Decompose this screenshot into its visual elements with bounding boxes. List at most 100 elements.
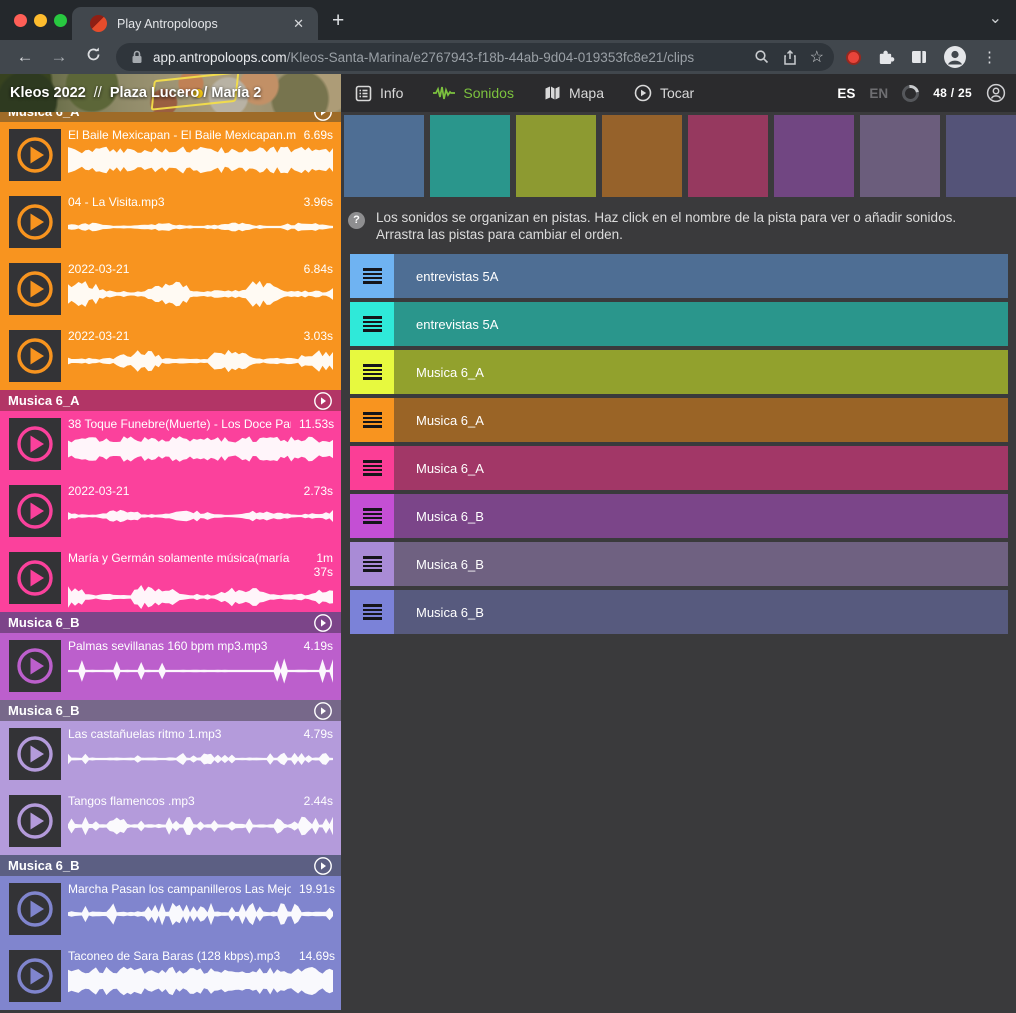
zoom-page-button[interactable] [754, 49, 770, 65]
back-button[interactable]: ← [8, 47, 42, 67]
side-panel-icon[interactable] [910, 48, 928, 66]
track-drag-handle[interactable] [350, 446, 394, 490]
track-name-bar[interactable]: Musica 6_A [394, 446, 1008, 490]
clip-play-button[interactable] [9, 883, 61, 935]
breadcrumb[interactable]: Kleos 2022 // Plaza Lucero / María 2 [10, 74, 261, 112]
track-drag-handle[interactable] [350, 494, 394, 538]
share-button[interactable] [782, 49, 798, 66]
clip-play-button[interactable] [9, 330, 61, 382]
clip-waveform[interactable] [68, 145, 333, 175]
track-row[interactable]: Musica 6_A [350, 446, 1008, 490]
clip-waveform[interactable] [68, 966, 333, 996]
browser-menu-icon[interactable]: ⋮ [982, 55, 997, 60]
section-header[interactable]: Musica 6_A [0, 390, 341, 411]
browser-tab[interactable]: Play Antropoloops ✕ [72, 7, 318, 40]
play-icon [9, 640, 61, 692]
nav-tab-info[interactable]: Info [355, 85, 403, 102]
drag-bar [363, 321, 382, 324]
track-name-bar[interactable]: entrevistas 5A [394, 302, 1008, 346]
track-row[interactable]: Musica 6_A [350, 398, 1008, 442]
clip-duration: 2.44s [304, 794, 333, 808]
profile-avatar[interactable] [943, 45, 967, 69]
nav-tab-sonidos[interactable]: Sonidos [433, 85, 514, 101]
clip-play-button[interactable] [9, 728, 61, 780]
drag-bar [363, 377, 382, 380]
tab-search-chevron-icon[interactable]: ⌄ [989, 8, 1002, 28]
track-drag-handle[interactable] [350, 302, 394, 346]
clip-name: Taconeo de Sara Baras (128 kbps).mp3 [68, 949, 291, 963]
clip-waveform[interactable] [68, 656, 333, 686]
expand-section-icon[interactable] [313, 701, 333, 721]
reload-button[interactable] [76, 46, 110, 68]
track-row[interactable]: entrevistas 5A [350, 302, 1008, 346]
bookmark-star-icon[interactable]: ☆ [810, 47, 824, 67]
track-row[interactable]: entrevistas 5A [350, 254, 1008, 298]
clip-name: 38 Toque Funebre(Muerte) - Los Doce Par.… [68, 417, 291, 431]
track-row[interactable]: Musica 6_A [350, 350, 1008, 394]
track-name-bar[interactable]: Musica 6_B [394, 542, 1008, 586]
tab-close-icon[interactable]: ✕ [289, 14, 308, 34]
clip-play-button[interactable] [9, 196, 61, 248]
expand-section-icon[interactable] [313, 613, 333, 633]
clip-waveform[interactable] [68, 899, 333, 929]
track-drag-handle[interactable] [350, 350, 394, 394]
expand-section-icon[interactable] [313, 112, 333, 122]
drag-bar [363, 604, 382, 607]
extensions-puzzle-icon[interactable] [876, 48, 895, 67]
track-name-bar[interactable]: entrevistas 5A [394, 254, 1008, 298]
clip-waveform[interactable] [68, 346, 333, 376]
clip-play-button[interactable] [9, 552, 61, 604]
macos-close-button[interactable] [14, 14, 27, 27]
address-bar[interactable]: app.antropoloops.com/Kleos-Santa-Marina/… [116, 43, 834, 71]
drag-bar [363, 369, 382, 372]
clip-waveform[interactable] [68, 434, 333, 464]
section-header[interactable]: Musica 6_B [0, 700, 341, 721]
lang-toggle-en[interactable]: EN [869, 86, 888, 101]
track-drag-handle[interactable] [350, 542, 394, 586]
track-row[interactable]: Musica 6_B [350, 590, 1008, 634]
recording-indicator-icon[interactable] [846, 50, 861, 65]
track-name-bar[interactable]: Musica 6_A [394, 350, 1008, 394]
expand-section-icon[interactable] [313, 391, 333, 411]
track-row[interactable]: Musica 6_B [350, 542, 1008, 586]
clip-play-button[interactable] [9, 129, 61, 181]
clip-play-button[interactable] [9, 640, 61, 692]
clip-play-button[interactable] [9, 418, 61, 470]
new-tab-button[interactable]: + [332, 9, 344, 33]
section-header[interactable]: Musica 6_A [0, 112, 341, 122]
track-drag-handle[interactable] [350, 398, 394, 442]
clip-waveform[interactable] [68, 212, 333, 242]
track-name-bar[interactable]: Musica 6_B [394, 494, 1008, 538]
track-name-bar[interactable]: Musica 6_B [394, 590, 1008, 634]
account-icon[interactable] [986, 83, 1006, 103]
nav-tab-mapa[interactable]: Mapa [544, 85, 604, 101]
clip-item: El Baile Mexicapan - El Baile Mexicapan.… [0, 122, 341, 189]
clip-waveform[interactable] [68, 744, 333, 774]
macos-minimize-button[interactable] [34, 14, 47, 27]
track-drag-handle[interactable] [350, 254, 394, 298]
track-label: entrevistas 5A [416, 317, 498, 332]
section-header[interactable]: Musica 6_B [0, 612, 341, 633]
nav-tab-tocar[interactable]: Tocar [634, 84, 694, 102]
magnifier-icon [754, 49, 770, 65]
expand-section-icon[interactable] [313, 856, 333, 876]
clip-play-button[interactable] [9, 485, 61, 537]
clip-play-button[interactable] [9, 263, 61, 315]
track-row[interactable]: Musica 6_B [350, 494, 1008, 538]
track-drag-handle[interactable] [350, 590, 394, 634]
clip-waveform[interactable] [68, 582, 333, 612]
drag-bar [363, 508, 382, 511]
clip-waveform[interactable] [68, 811, 333, 841]
track-name-bar[interactable]: Musica 6_A [394, 398, 1008, 442]
macos-fullscreen-button[interactable] [54, 14, 67, 27]
clip-waveform[interactable] [68, 501, 333, 531]
play-icon [9, 418, 61, 470]
clip-waveform[interactable] [68, 279, 333, 309]
forward-button[interactable]: → [42, 47, 76, 67]
clips-sidebar[interactable]: Musica 6_A El Baile Mexicapan - El Baile… [0, 112, 341, 1013]
section-header[interactable]: Musica 6_B [0, 855, 341, 876]
clip-play-button[interactable] [9, 795, 61, 847]
clip-play-button[interactable] [9, 950, 61, 1002]
lang-toggle-es[interactable]: ES [837, 86, 855, 101]
clip-name: 04 - La Visita.mp3 [68, 195, 296, 209]
